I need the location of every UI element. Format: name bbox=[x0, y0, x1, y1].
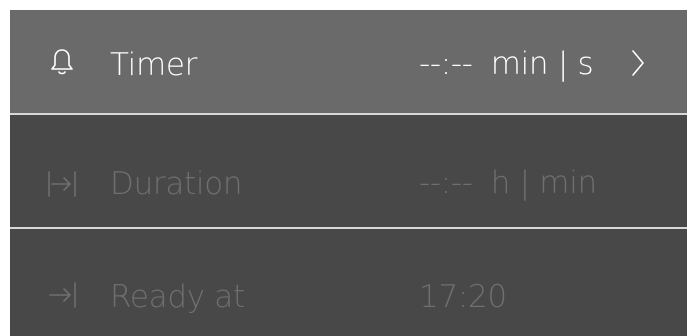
ready-at-time: 17:20 bbox=[419, 279, 507, 315]
duration-time: --:-- bbox=[419, 165, 473, 201]
duration-bracket-arrow-icon bbox=[48, 171, 76, 197]
timer-label: Timer bbox=[110, 47, 198, 83]
timer-unit: min | s bbox=[490, 46, 594, 82]
duration-value: --:-- h | min bbox=[419, 165, 597, 201]
bell-icon bbox=[51, 49, 73, 75]
ready-at-value: 17:20 bbox=[419, 279, 507, 315]
timer-settings-panel: Timer --:-- min | s Duration --:-- h | min… bbox=[10, 10, 687, 336]
duration-row[interactable]: Duration --:-- h | min bbox=[10, 115, 687, 219]
chevron-right-icon[interactable] bbox=[628, 47, 648, 79]
timer-row[interactable]: Timer --:-- min | s bbox=[10, 10, 687, 114]
duration-label: Duration bbox=[110, 166, 243, 202]
ready-at-row[interactable]: Ready at 17:20 bbox=[10, 229, 687, 336]
ready-at-label: Ready at bbox=[110, 279, 245, 315]
ready-at-arrow-icon bbox=[49, 282, 76, 308]
timer-value: --:-- min | s bbox=[419, 46, 594, 82]
timer-time: --:-- bbox=[419, 46, 473, 82]
duration-unit: h | min bbox=[490, 165, 597, 201]
